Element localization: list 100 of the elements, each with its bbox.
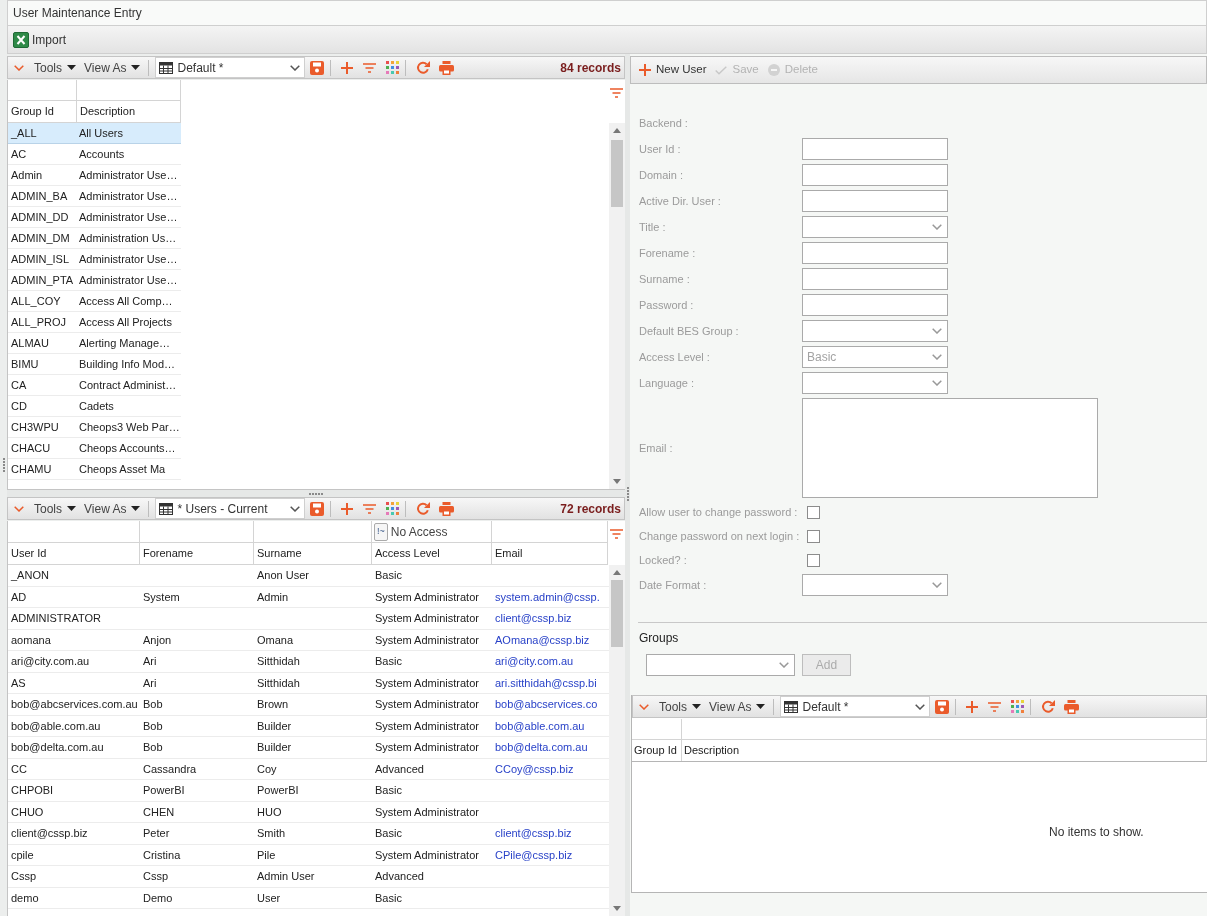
filter-icon[interactable] [988,701,1002,712]
group-select[interactable] [646,654,795,676]
tools-menu[interactable]: Tools [657,697,703,716]
filter-icon[interactable] [610,528,623,539]
email-link[interactable]: CCoy@cssp.biz [495,760,574,777]
scrollbar-thumb[interactable] [611,580,623,647]
email-link[interactable]: AOmana@cssp.biz [495,631,590,648]
table-row[interactable]: _ALL All Users [8,123,181,144]
grip-icon[interactable] [2,458,5,472]
table-cell-text: AC [11,146,27,162]
table-cell-text: Access All Projects [79,314,172,330]
column-header[interactable]: Access Level [372,543,492,565]
scrollbar[interactable] [609,565,625,916]
plus-icon[interactable] [966,700,979,713]
save-icon[interactable] [935,699,950,714]
column-header[interactable]: Description [682,740,1207,761]
view-as-menu[interactable]: View As [82,499,143,518]
chevron-down-icon[interactable] [290,64,301,71]
filter-field[interactable] [8,80,77,101]
refresh-icon[interactable] [416,501,431,516]
text-field[interactable] [802,190,948,212]
grip-icon[interactable] [626,487,629,501]
table-cell-text: Cheops Asset Ma [79,461,166,477]
color-grid-icon[interactable] [1011,700,1025,713]
filter-field[interactable] [140,521,254,543]
checkbox[interactable] [807,529,820,543]
text-field[interactable] [802,164,948,186]
dropdown-field[interactable] [802,320,948,342]
email-link[interactable]: bob@delta.com.au [495,739,588,756]
tools-menu[interactable]: Tools [32,499,78,518]
filter-operator-button[interactable]: !~ [374,522,388,541]
email-link[interactable]: system.admin@cssp. [495,588,600,605]
filter-field[interactable] [682,719,1207,740]
filter-field[interactable] [8,521,140,543]
save-icon[interactable] [310,60,325,75]
arrow-down-icon[interactable] [613,479,621,484]
arrow-down-icon[interactable] [613,906,621,911]
column-header[interactable]: Email [492,543,608,565]
chevron-down-icon[interactable] [14,505,24,512]
print-icon[interactable] [439,60,455,75]
checkbox[interactable] [807,553,820,567]
column-header[interactable]: Group Id [8,101,77,123]
plus-icon[interactable] [341,502,354,515]
dropdown-field[interactable] [802,216,948,238]
filter-field[interactable]: !~ No Access [372,521,492,543]
plus-icon[interactable] [341,61,354,74]
filter-field[interactable] [254,521,372,543]
caret-icon [131,65,141,70]
scrollbar[interactable] [609,123,625,489]
view-as-menu[interactable]: View As [82,58,143,77]
print-icon[interactable] [439,501,455,516]
color-grid-icon[interactable] [386,502,400,515]
filter-icon[interactable] [610,87,623,98]
chevron-down-icon[interactable] [915,703,926,710]
chevron-down-icon[interactable] [14,64,24,71]
column-header[interactable]: User Id [8,543,140,565]
tools-menu[interactable]: Tools [32,58,78,77]
chevron-down-icon[interactable] [639,703,649,710]
email-link[interactable]: CPile@cssp.biz [495,846,573,863]
dropdown-field[interactable] [802,574,948,596]
email-link[interactable]: client@cssp.biz [495,610,572,627]
email-link[interactable]: client@cssp.biz [495,825,572,842]
save-icon[interactable] [310,501,325,516]
column-header[interactable]: Group Id [632,740,682,761]
scrollbar-thumb[interactable] [611,140,623,207]
refresh-icon[interactable] [416,60,431,75]
refresh-icon[interactable] [1041,699,1056,714]
column-header[interactable]: Surname [254,543,372,565]
text-field[interactable] [802,294,948,316]
import-button[interactable]: Import [13,30,66,49]
text-field[interactable] [802,138,948,160]
text-field[interactable] [802,242,948,264]
filter-field[interactable] [632,719,682,740]
table-cell-text: Admin [257,589,289,605]
filter-field[interactable] [492,521,608,543]
view-select[interactable]: * Users - Current [155,498,306,519]
view-select[interactable]: Default * [780,696,931,717]
textarea-field[interactable] [802,398,1098,498]
email-link[interactable]: ari.sitthidah@cssp.bi [495,674,597,691]
column-header[interactable]: Forename [140,543,254,565]
filter-icon[interactable] [363,62,377,73]
arrow-up-icon[interactable] [613,128,621,133]
filter-icon[interactable] [363,503,377,514]
text-field[interactable] [802,268,948,290]
grip-icon[interactable] [309,492,323,495]
chevron-down-icon[interactable] [290,505,301,512]
checkbox[interactable] [807,505,820,519]
dropdown-field[interactable] [802,372,948,394]
color-grid-icon[interactable] [386,61,400,74]
view-as-menu[interactable]: View As [707,697,768,716]
print-icon[interactable] [1064,699,1080,714]
email-link[interactable]: ari@city.com.au [495,653,574,670]
email-link[interactable]: bob@abcservices.co [495,696,598,713]
arrow-up-icon[interactable] [613,570,621,575]
email-link[interactable]: bob@able.com.au [495,717,585,734]
filter-field[interactable] [77,80,181,101]
view-select[interactable]: Default * [155,57,306,78]
new-user-button[interactable]: New User [639,61,707,79]
column-header[interactable]: Description [77,101,181,123]
table-cell-text: Builder [257,718,292,734]
